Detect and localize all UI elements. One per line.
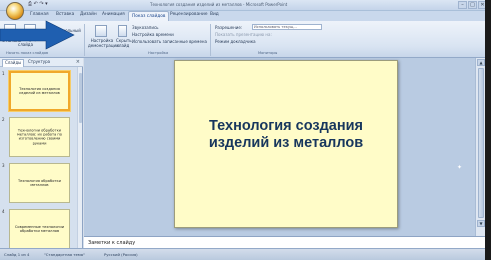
slide-canvas[interactable]: Технология создания изделий из металлов — [174, 60, 398, 228]
slide-number: 1 — [2, 71, 5, 76]
slide-number: 4 — [2, 209, 5, 214]
resolution-select[interactable]: Использовать текущ... — [252, 24, 322, 30]
slide-thumbnail-text: Технологии обработки металлов: их работа… — [17, 128, 62, 146]
show-on-label: Показать презентацию на: — [215, 32, 272, 37]
scroll-down-icon[interactable]: ▼ — [477, 220, 485, 227]
slide-title-line-1: Технология создания — [209, 118, 363, 134]
window-title: Технология создания изделий из металлов … — [150, 2, 288, 7]
window-controls: – □ ✕ — [458, 1, 487, 9]
quick-access-toolbar[interactable]: ⎙ ↶ ↷ ▾ — [28, 1, 48, 7]
setup-show-icon[interactable] — [95, 25, 107, 37]
group-start-label: Начать показ слайдов — [6, 51, 49, 55]
slide-thumbnail[interactable]: Технологии обработки металлов: их работа… — [9, 117, 70, 157]
slide-thumbnail[interactable]: Современные технологии обработки металло… — [9, 209, 70, 249]
rehearse-button[interactable]: Звукозапись — [132, 25, 159, 30]
slide-thumbnail[interactable]: Технология создания изделий из металлов — [9, 71, 70, 111]
use-timings-checkbox[interactable]: Использовать записанные времена — [132, 39, 207, 44]
language-indicator[interactable]: Русский (Россия) — [104, 252, 138, 257]
slide-title[interactable]: Технология создания изделий из металлов — [175, 118, 397, 152]
slide-thumbnail[interactable]: Технология обработки металлов — [9, 163, 70, 203]
tab-view[interactable]: Вид — [210, 12, 219, 17]
slides-pane-scrollbar[interactable] — [77, 67, 82, 248]
slide-thumbnail-row[interactable]: 4 Современные технологии обработки метал… — [0, 207, 83, 249]
resolution-label: Разрешение: — [215, 25, 243, 30]
slide-thumbnail-text: Технология создания изделий из металлов — [19, 86, 60, 95]
scrollbar-thumb[interactable] — [478, 68, 484, 218]
tab-design[interactable]: Дизайн — [80, 12, 97, 17]
notes-placeholder: Заметки к слайду — [88, 240, 136, 246]
mouse-cursor-icon: ✦ — [457, 164, 463, 171]
slide-title-line-2: изделий из металлов — [208, 135, 364, 151]
slide-thumbnail-text: Технология обработки металлов — [17, 178, 62, 187]
status-bar: Слайд 1 из 4 "Стандартная тема" Русский … — [0, 248, 485, 260]
scroll-up-icon[interactable]: ▲ — [477, 59, 485, 66]
slide-thumbnail-row[interactable]: 1 Технология создания изделий из металло… — [0, 69, 83, 111]
group-setup-label: Настройка — [148, 51, 169, 55]
close-icon[interactable]: × — [76, 59, 80, 65]
tab-insert[interactable]: Вставка — [56, 12, 74, 17]
tab-home[interactable]: Главная — [30, 12, 49, 17]
slide-counter: Слайд 1 из 4 — [4, 252, 30, 257]
powerpoint-window: ⎙ ↶ ↷ ▾ Технология создания изделий из м… — [0, 0, 491, 260]
slide-thumbnail-row[interactable]: 2 Технологии обработки металлов: их рабо… — [0, 115, 83, 157]
group-monitors-label: Мониторы — [258, 51, 278, 55]
maximize-button[interactable]: □ — [468, 1, 477, 9]
slides-pane-tabs: Слайды Структура × — [0, 58, 83, 67]
slide-thumbnail-text: Современные технологии обработки металло… — [14, 224, 65, 233]
tab-review[interactable]: Рецензирование — [170, 12, 207, 17]
tab-outline[interactable]: Структура — [28, 59, 50, 64]
hide-slide-icon[interactable] — [118, 25, 127, 37]
group-divider — [210, 24, 211, 56]
slide-editor-area: Технология создания изделий из металлов … — [84, 58, 475, 236]
scrollbar-thumb[interactable] — [79, 73, 82, 123]
minimize-button[interactable]: – — [458, 1, 467, 9]
slides-pane: Слайды Структура × 1 Технология создания… — [0, 58, 83, 249]
screen-edge — [485, 0, 491, 260]
notes-pane[interactable]: Заметки к слайду — [84, 236, 485, 248]
slide-number: 2 — [2, 117, 5, 122]
office-button[interactable] — [6, 2, 24, 20]
rehearse-timings-button[interactable]: Настройка времени — [132, 32, 174, 37]
setup-show-button[interactable]: Настройка демонстрации — [88, 38, 119, 48]
presenter-view-checkbox[interactable]: Режим докладчика — [215, 39, 256, 44]
vertical-scrollbar[interactable]: ▲ ▼ — [475, 58, 485, 236]
slide-thumbnail-row[interactable]: 3 Технология обработки металлов — [0, 161, 83, 203]
group-divider — [84, 24, 85, 56]
tab-slides[interactable]: Слайды — [2, 59, 25, 67]
slide-number: 3 — [2, 163, 5, 168]
hide-slide-button[interactable]: Скрыть слайд — [116, 38, 132, 48]
arrow-icon — [0, 20, 75, 50]
title-bar: ⎙ ↶ ↷ ▾ Технология создания изделий из м… — [0, 0, 491, 20]
theme-name: "Стандартная тема" — [44, 252, 85, 257]
tab-slide-show[interactable]: Показ слайдов — [128, 11, 170, 21]
tab-animation[interactable]: Анимация — [102, 12, 125, 17]
